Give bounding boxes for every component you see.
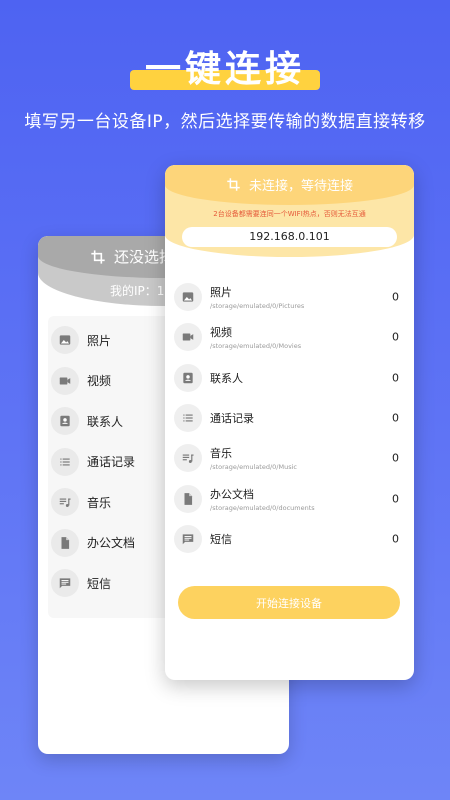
item-count: 0 bbox=[392, 411, 399, 425]
item-count: 0 bbox=[392, 371, 399, 385]
list-item[interactable]: 联系人 0 bbox=[174, 358, 405, 398]
item-count: 0 bbox=[392, 451, 399, 465]
crop-icon bbox=[90, 249, 106, 265]
start-connect-button[interactable]: 开始连接设备 bbox=[178, 586, 400, 619]
photo-icon bbox=[51, 326, 79, 354]
contact-icon bbox=[174, 363, 202, 392]
list-item[interactable]: 通话记录 0 bbox=[174, 398, 405, 438]
message-icon bbox=[51, 569, 79, 597]
call-log-icon bbox=[174, 404, 202, 433]
hero-title: 一键连接 bbox=[144, 49, 305, 90]
crop-icon bbox=[226, 177, 241, 192]
document-icon bbox=[51, 528, 79, 557]
wifi-warning: 2台设备都需要连同一个WIFI热点，否则无法互通 bbox=[213, 210, 366, 218]
video-icon bbox=[51, 366, 79, 395]
receiver-header: 未连接，等待连接 2台设备都需要连同一个WIFI热点，否则无法互通 192.16… bbox=[165, 165, 414, 257]
music-icon bbox=[51, 488, 79, 516]
list-item[interactable]: 视频/storage/emulated/0/Movies 0 bbox=[174, 317, 405, 357]
item-count: 0 bbox=[392, 492, 399, 506]
message-icon bbox=[174, 524, 202, 553]
call-log-icon bbox=[51, 447, 79, 476]
receiver-card: 未连接，等待连接 2台设备都需要连同一个WIFI热点，否则无法互通 192.16… bbox=[165, 165, 414, 680]
receiver-data-list: 照片/storage/emulated/0/Pictures 0 视频/stor… bbox=[174, 277, 405, 559]
connection-status-text: 未连接，等待连接 bbox=[248, 179, 353, 194]
document-icon bbox=[174, 484, 202, 513]
music-icon bbox=[174, 444, 202, 473]
item-count: 0 bbox=[392, 532, 399, 546]
list-item[interactable]: 短信 0 bbox=[174, 519, 405, 559]
photo-icon bbox=[174, 283, 202, 312]
item-count: 0 bbox=[392, 330, 399, 344]
sender-status: 还没选择 bbox=[90, 246, 174, 267]
hero-subtitle: 填写另一台设备IP，然后选择要传输的数据直接转移 bbox=[24, 112, 426, 132]
list-item[interactable]: 照片/storage/emulated/0/Pictures 0 bbox=[174, 277, 405, 317]
list-item[interactable]: 音乐/storage/emulated/0/Music 0 bbox=[174, 438, 405, 478]
connection-status: 未连接，等待连接 bbox=[165, 175, 414, 194]
item-count: 0 bbox=[392, 290, 399, 304]
contact-icon bbox=[51, 407, 79, 435]
video-icon bbox=[174, 323, 202, 352]
ip-input[interactable]: 192.168.0.101 bbox=[182, 227, 397, 247]
list-item[interactable]: 办公文档/storage/emulated/0/documents 0 bbox=[174, 478, 405, 518]
